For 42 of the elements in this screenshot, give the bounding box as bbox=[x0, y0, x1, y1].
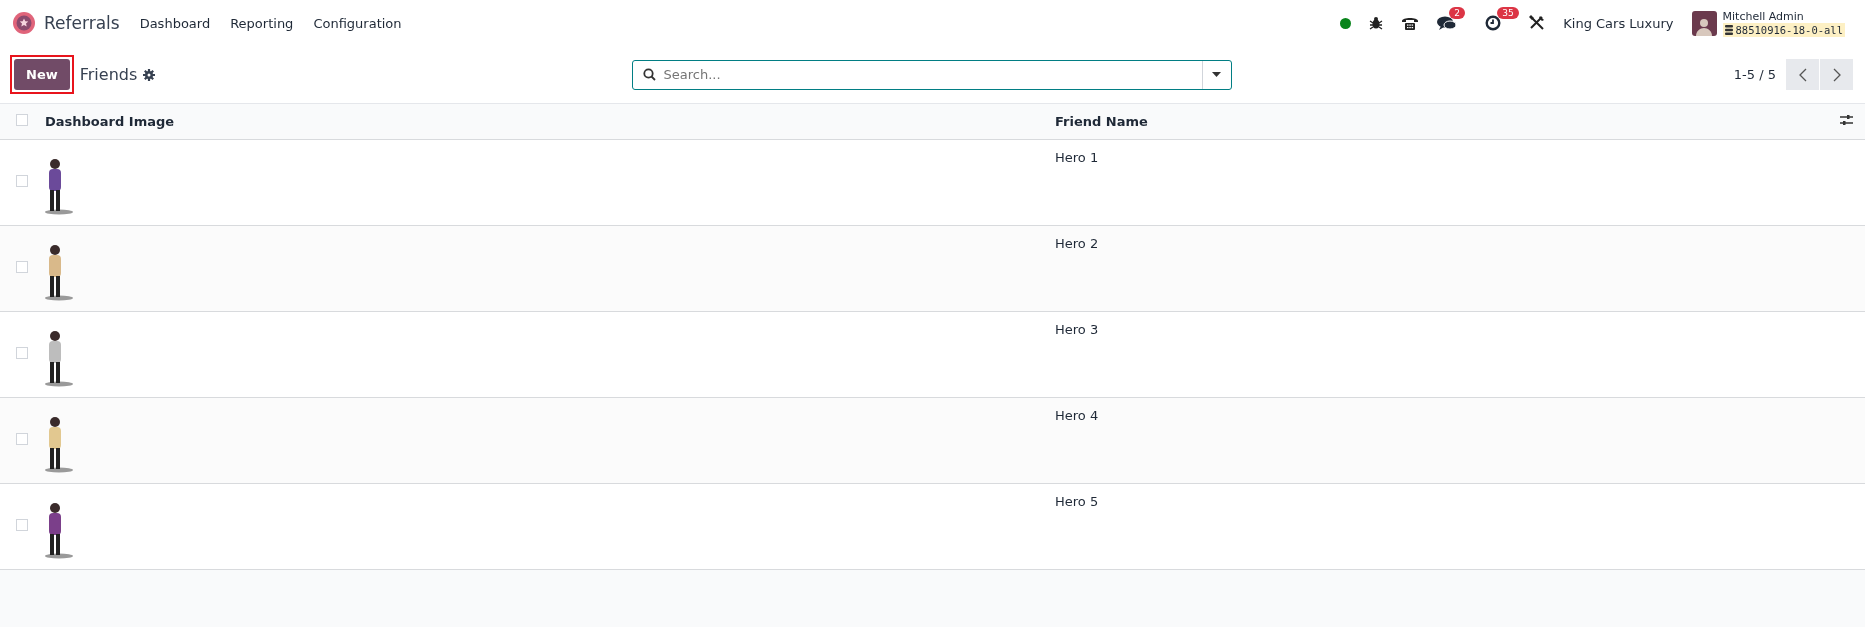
menu-item[interactable]: Dashboard bbox=[139, 15, 211, 31]
phone-icon[interactable] bbox=[1401, 15, 1420, 31]
menu-item[interactable]: Reporting bbox=[230, 15, 294, 31]
pager-value: 1-5 / 5 bbox=[1733, 67, 1776, 82]
friend-name: Hero 5 bbox=[1055, 493, 1099, 509]
database-icon bbox=[1724, 24, 1733, 35]
row-checkbox[interactable] bbox=[16, 346, 28, 359]
friend-name: Hero 1 bbox=[1055, 149, 1099, 165]
chevron-right-icon bbox=[1832, 67, 1841, 82]
clock-icon[interactable] bbox=[1485, 15, 1502, 31]
row-checkbox[interactable] bbox=[16, 518, 28, 531]
column-header[interactable]: Dashboard Image bbox=[37, 104, 1054, 139]
friend-name: Hero 2 bbox=[1055, 235, 1099, 251]
chat-icon[interactable] bbox=[1437, 15, 1458, 31]
menu-item[interactable]: Configuration bbox=[313, 15, 402, 31]
database-label: 88510916-18-0-all bbox=[1735, 23, 1843, 36]
new-button[interactable]: New bbox=[14, 59, 70, 90]
notification-badge: 35 bbox=[1497, 7, 1519, 19]
row-checkbox[interactable] bbox=[16, 432, 28, 445]
settings-icon[interactable] bbox=[143, 68, 156, 81]
search-icon bbox=[642, 68, 656, 81]
friend-name: Hero 3 bbox=[1055, 321, 1099, 337]
tools-icon[interactable] bbox=[1529, 15, 1546, 31]
status-dot-icon bbox=[1340, 17, 1352, 29]
app-name[interactable]: Referrals bbox=[44, 13, 120, 33]
row-checkbox[interactable] bbox=[16, 260, 28, 273]
row-checkbox[interactable] bbox=[16, 174, 28, 187]
user-name[interactable]: Mitchell Admin bbox=[1722, 9, 1845, 23]
chevron-left-icon bbox=[1798, 67, 1807, 82]
column-header[interactable]: Friend Name bbox=[1054, 104, 1822, 139]
breadcrumb-title: Friends bbox=[79, 65, 138, 84]
select-all-checkbox[interactable] bbox=[16, 114, 28, 127]
column-settings-icon[interactable] bbox=[1840, 113, 1853, 126]
app-logo-icon bbox=[12, 11, 36, 35]
bug-icon[interactable] bbox=[1369, 16, 1384, 30]
search-field[interactable]: Search... bbox=[631, 59, 1232, 90]
friend-name: Hero 4 bbox=[1055, 407, 1099, 423]
company-name[interactable]: King Cars Luxury bbox=[1563, 15, 1674, 31]
user-avatar[interactable] bbox=[1691, 10, 1717, 36]
caret-icon bbox=[1212, 72, 1221, 77]
search-input[interactable]: Search... bbox=[655, 66, 1202, 83]
notification-badge: 2 bbox=[1449, 7, 1465, 19]
